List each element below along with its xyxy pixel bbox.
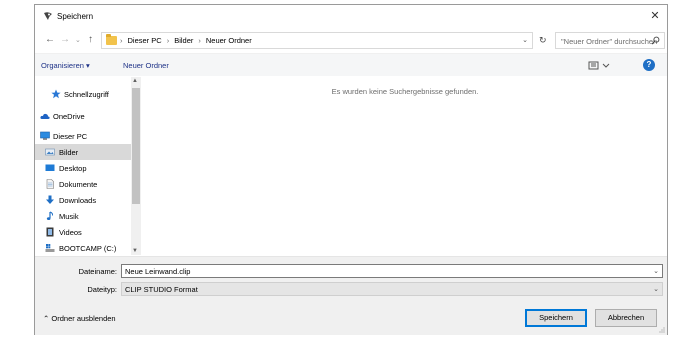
documents-icon [46,179,54,189]
cloud-icon [40,113,50,119]
folder-icon [106,34,117,45]
sidebar-item-music[interactable]: Musik [35,208,131,224]
breadcrumb-separator: › [166,36,170,45]
sidebar-item-videos[interactable]: Videos [35,224,131,240]
view-options-icon[interactable] [588,60,612,71]
cancel-button[interactable]: Abbrechen [595,309,657,327]
close-icon[interactable]: ✕ [647,8,663,24]
computer-icon [40,131,50,140]
organize-button[interactable]: Organisieren ▾ [41,61,90,70]
pictures-icon [45,148,55,156]
music-icon [46,211,54,220]
sidebar-item-this-pc[interactable]: Dieser PC [35,128,131,144]
sidebar-item-label: OneDrive [53,112,85,121]
chevron-down-icon[interactable]: ⌄ [522,36,528,44]
resize-grip-icon[interactable] [659,327,665,333]
hide-folders-label: Ordner ausblenden [51,314,116,323]
hide-folders-toggle[interactable]: ⌃ Ordner ausblenden [43,314,116,323]
sidebar-item-label: Videos [59,228,82,237]
chevron-up-icon: ⌃ [43,314,50,323]
sidebar-item-downloads[interactable]: Downloads [35,192,131,208]
scroll-down-icon[interactable]: ▼ [132,248,138,254]
filename-label: Dateiname: [78,267,117,276]
scroll-up-icon[interactable]: ▲ [132,78,138,84]
filetype-select[interactable]: CLIP STUDIO Format ⌄ [121,282,663,296]
help-icon[interactable]: ? [643,59,655,71]
sidebar-item-label: Dokumente [59,180,98,189]
sidebar-item-label: Bilder [59,148,79,157]
command-bar: Organisieren ▾ Neuer Ordner ? [35,53,667,76]
recent-locations-chevron-icon[interactable]: ⌄ [75,36,81,44]
sidebar-item-quick-access[interactable]: Schnellzugriff [35,86,131,102]
filename-field[interactable]: Neue Leinwand.clip ⌄ [121,264,663,278]
sidebar-item-label: Schnellzugriff [64,90,109,99]
save-button[interactable]: Speichern [525,309,587,327]
breadcrumb: › Dieser PC › Bilder › Neuer Ordner [120,36,252,45]
chevron-down-icon[interactable]: ⌄ [653,285,659,293]
title-bar: Speichern ✕ [35,5,667,27]
filetype-value: CLIP STUDIO Format [125,285,198,294]
star-icon [51,89,61,99]
scrollbar-thumb[interactable] [132,88,140,204]
forward-arrow-icon[interactable]: → [60,34,70,45]
file-fields: Dateiname: Neue Leinwand.clip ⌄ Dateityp… [35,256,667,301]
sidebar-item-label: Desktop [59,164,87,173]
new-folder-button[interactable]: Neuer Ordner [123,61,169,70]
download-icon [46,195,54,204]
sidebar-item-desktop[interactable]: Desktop [35,160,131,176]
address-bar[interactable]: › Dieser PC › Bilder › Neuer Ordner ⌄ [101,32,533,49]
sidebar-item-pictures[interactable]: Bilder [35,144,131,160]
sidebar-item-bootcamp-drive[interactable]: BOOTCAMP (C:) [35,240,131,255]
sidebar-item-documents[interactable]: Dokumente [35,176,131,192]
navigation-scrollbar[interactable]: ▲ ▼ [131,77,141,255]
breadcrumb-new-folder[interactable]: Neuer Ordner [206,36,252,45]
desktop-icon [45,164,55,171]
sidebar-item-label: Dieser PC [53,132,88,141]
file-list-area[interactable]: Es wurden keine Suchergebnisse gefunden. [143,77,667,255]
sidebar-item-label: Downloads [59,196,97,205]
back-arrow-icon[interactable]: ← [45,34,55,45]
up-arrow-icon[interactable]: ↑ [88,34,93,45]
search-input[interactable]: "Neuer Ordner" durchsuchen [555,32,665,49]
filename-value: Neue Leinwand.clip [125,267,191,276]
save-dialog: Speichern ✕ ← → ⌄ ↑ › Dieser PC › Bilder… [34,4,668,335]
dialog-footer: ⌃ Ordner ausblenden Speichern Abbrechen [35,301,667,335]
search-placeholder: "Neuer Ordner" durchsuchen [561,37,658,46]
video-icon [46,227,54,237]
breadcrumb-separator: › [120,36,123,45]
address-row: ← → ⌄ ↑ › Dieser PC › Bilder › Neuer Ord… [35,31,667,53]
search-icon [651,36,660,45]
breadcrumb-pictures[interactable]: Bilder [174,36,193,45]
clip-studio-app-icon [44,12,52,20]
empty-results-message: Es wurden keine Suchergebnisse gefunden. [331,87,479,96]
refresh-icon[interactable]: ↻ [539,35,547,46]
breadcrumb-this-pc[interactable]: Dieser PC [128,36,162,45]
sidebar-item-label: Musik [59,212,79,221]
chevron-down-icon[interactable]: ⌄ [653,267,659,275]
sidebar-item-label: BOOTCAMP (C:) [59,244,117,253]
breadcrumb-separator: › [198,36,201,45]
drive-icon [45,244,55,252]
sidebar-item-onedrive[interactable]: OneDrive [35,108,131,124]
window-title: Speichern [57,12,94,21]
filetype-label: Dateityp: [87,285,117,294]
navigation-pane: Schnellzugriff OneDrive Dieser PC Bilder [35,77,141,255]
